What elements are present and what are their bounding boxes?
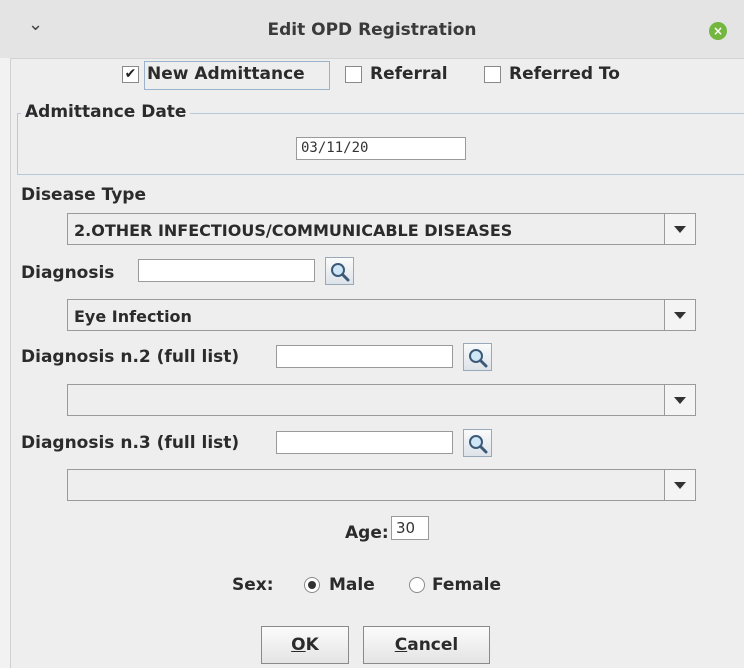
referral-label[interactable]: Referral bbox=[370, 64, 448, 84]
diagnosis-label: Diagnosis bbox=[21, 263, 115, 283]
cancel-button[interactable]: Cancel bbox=[363, 626, 490, 664]
triangle-down-icon[interactable] bbox=[664, 300, 695, 330]
ok-label-rest: K bbox=[305, 635, 319, 655]
admittance-date-label: Admittance Date bbox=[21, 102, 191, 122]
diagnosis2-combo[interactable] bbox=[67, 384, 696, 416]
cancel-label-rest: ancel bbox=[407, 635, 459, 655]
diagnosis3-search-input[interactable] bbox=[276, 431, 453, 454]
age-field[interactable]: 30 bbox=[391, 516, 429, 540]
close-icon[interactable]: × bbox=[709, 22, 727, 40]
cancel-mnemonic: C bbox=[394, 635, 408, 655]
new-admittance-label[interactable]: New Admittance bbox=[147, 64, 305, 84]
edit-opd-registration-dialog: ⌄ Edit OPD Registration × ✔ New Admittan… bbox=[0, 0, 744, 668]
magnifier-icon bbox=[331, 263, 350, 282]
ok-button[interactable]: OK bbox=[261, 626, 349, 664]
female-label[interactable]: Female bbox=[432, 575, 501, 595]
window-title: Edit OPD Registration bbox=[267, 20, 477, 40]
magnifier-icon bbox=[469, 435, 488, 454]
diagnosis2-search-input[interactable] bbox=[276, 345, 453, 368]
male-label[interactable]: Male bbox=[329, 575, 375, 595]
triangle-down-icon[interactable] bbox=[664, 470, 695, 500]
age-label: Age: bbox=[345, 523, 389, 543]
admittance-date-field[interactable]: 03/11/20 bbox=[296, 137, 466, 160]
referral-checkbox[interactable] bbox=[345, 66, 362, 83]
disease-type-label: Disease Type bbox=[21, 185, 146, 205]
referred-to-label[interactable]: Referred To bbox=[509, 64, 620, 84]
new-admittance-checkbox[interactable]: ✔ bbox=[122, 66, 139, 83]
diagnosis2-search-button[interactable] bbox=[463, 343, 492, 371]
title-bar: ⌄ Edit OPD Registration × bbox=[0, 0, 744, 59]
male-radio[interactable] bbox=[304, 577, 320, 593]
sex-label: Sex: bbox=[232, 575, 274, 595]
diagnosis2-label: Diagnosis n.2 (full list) bbox=[21, 347, 240, 367]
referred-to-checkbox[interactable] bbox=[484, 66, 501, 83]
diagnosis3-combo[interactable] bbox=[67, 469, 696, 501]
left-panel-edge bbox=[0, 58, 11, 668]
triangle-down-icon[interactable] bbox=[664, 385, 695, 415]
diagnosis-search-button[interactable] bbox=[325, 257, 354, 285]
diagnosis-value: Eye Infection bbox=[74, 307, 192, 326]
diagnosis-search-input[interactable] bbox=[138, 259, 315, 282]
diagnosis3-search-button[interactable] bbox=[463, 429, 492, 457]
diagnosis3-label: Diagnosis n.3 (full list) bbox=[21, 433, 240, 453]
triangle-down-icon[interactable] bbox=[664, 214, 695, 244]
ok-mnemonic: O bbox=[291, 635, 306, 655]
diagnosis-combo[interactable]: Eye Infection bbox=[67, 299, 696, 331]
disease-type-value: 2.OTHER INFECTIOUS/COMMUNICABLE DISEASES bbox=[74, 221, 513, 240]
disease-type-combo[interactable]: 2.OTHER INFECTIOUS/COMMUNICABLE DISEASES bbox=[67, 213, 696, 245]
magnifier-icon bbox=[469, 349, 488, 368]
female-radio[interactable] bbox=[409, 577, 425, 593]
